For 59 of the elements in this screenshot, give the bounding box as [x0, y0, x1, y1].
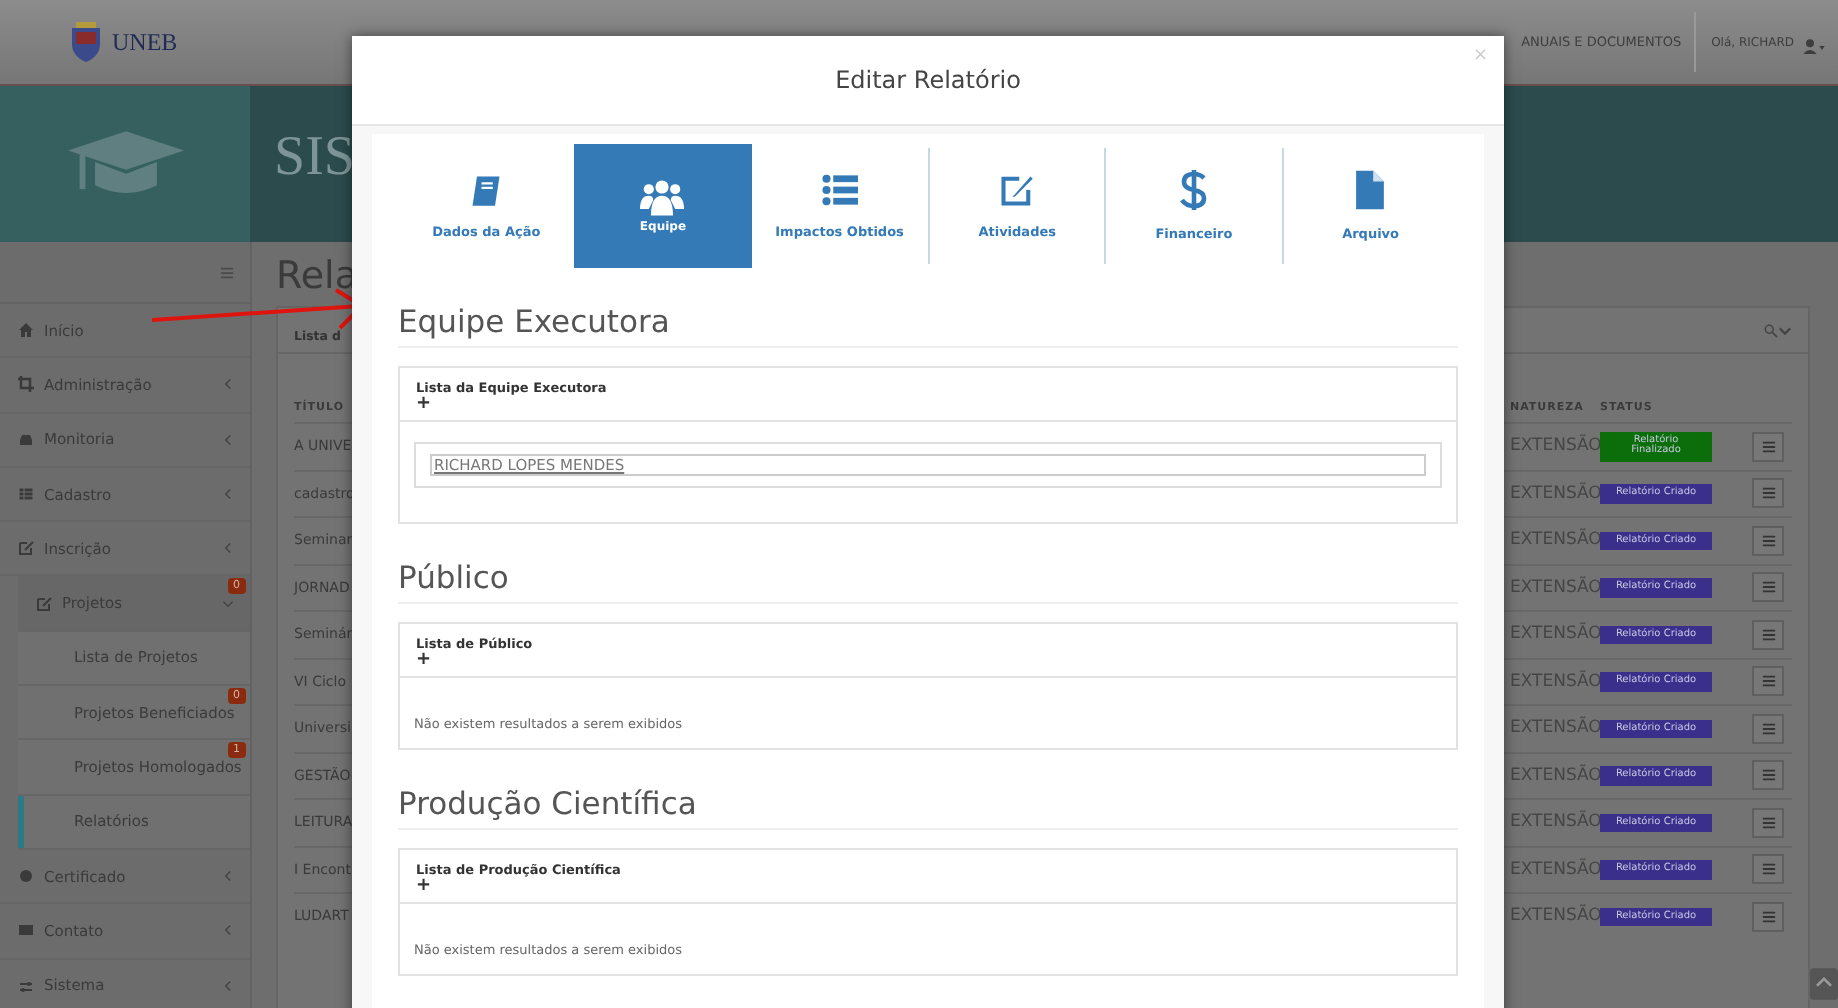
row-menu-button[interactable]: [1752, 666, 1784, 697]
chevron-left-icon: [222, 488, 234, 501]
user-icon: [1802, 37, 1826, 53]
menu-icon: [1761, 721, 1775, 736]
row-menu-button[interactable]: [1752, 525, 1784, 556]
row-menu-button[interactable]: [1752, 572, 1784, 603]
add-button[interactable]: +: [416, 652, 432, 668]
section-heading: Equipe Executora: [398, 304, 1458, 348]
menu-icon: [1761, 815, 1775, 830]
menu-icon: [1761, 674, 1775, 689]
search-icon: [1764, 323, 1778, 337]
app-title: SIS: [274, 126, 355, 192]
envelope-icon: [18, 922, 34, 939]
chevron-left-icon: [222, 979, 234, 992]
chevron-left-icon: [222, 378, 234, 391]
menu-icon: [220, 265, 234, 279]
chevron-left-icon: [222, 924, 234, 937]
chevron-left-icon: [222, 870, 234, 883]
edit-icon: [998, 172, 1037, 208]
chevron-left-icon: [222, 433, 234, 446]
section-heading: Produção Científica: [398, 786, 1458, 830]
edit-icon: [18, 540, 34, 557]
users-icon: [640, 178, 685, 218]
add-button[interactable]: +: [416, 396, 432, 412]
list-icon: [819, 172, 860, 208]
menu-icon: [1761, 486, 1775, 501]
menu-icon: [1761, 768, 1775, 783]
dollar-icon: [1179, 170, 1208, 210]
row-menu-button[interactable]: [1752, 478, 1784, 509]
table-icon: [18, 486, 34, 503]
circle-icon: [18, 868, 34, 885]
chevron-left-icon: [222, 542, 234, 555]
chevron-down-icon: [1778, 323, 1792, 337]
menu-icon: [1761, 862, 1775, 877]
scroll-top-icon: [1810, 968, 1838, 1000]
dialog-title: Editar Relatório: [835, 66, 1021, 94]
menu-icon: [1761, 580, 1775, 595]
row-menu-button[interactable]: [1752, 760, 1784, 791]
home-icon: [18, 322, 34, 339]
menu-icon: [1761, 627, 1775, 642]
add-button[interactable]: +: [416, 878, 432, 894]
crop-icon: [18, 376, 34, 393]
menu-icon: [1761, 533, 1775, 548]
edit-icon: [36, 595, 52, 612]
row-menu-button[interactable]: [1752, 619, 1784, 650]
sliders-icon: [18, 977, 34, 994]
row-menu-button[interactable]: [1752, 807, 1784, 838]
file-icon: [1354, 170, 1387, 210]
logo-text: UNEB: [112, 27, 178, 57]
menu-icon: [1761, 909, 1775, 924]
crest-icon: [68, 20, 104, 64]
row-menu-button[interactable]: [1752, 854, 1784, 885]
book-icon: [468, 172, 505, 208]
row-menu-button[interactable]: [1752, 901, 1784, 932]
row-menu-button[interactable]: [1752, 713, 1784, 744]
row-menu-button[interactable]: [1752, 431, 1784, 462]
chevron-down-icon: [222, 597, 234, 610]
menu-icon: [1761, 439, 1775, 454]
section-heading: Público: [398, 560, 1458, 604]
